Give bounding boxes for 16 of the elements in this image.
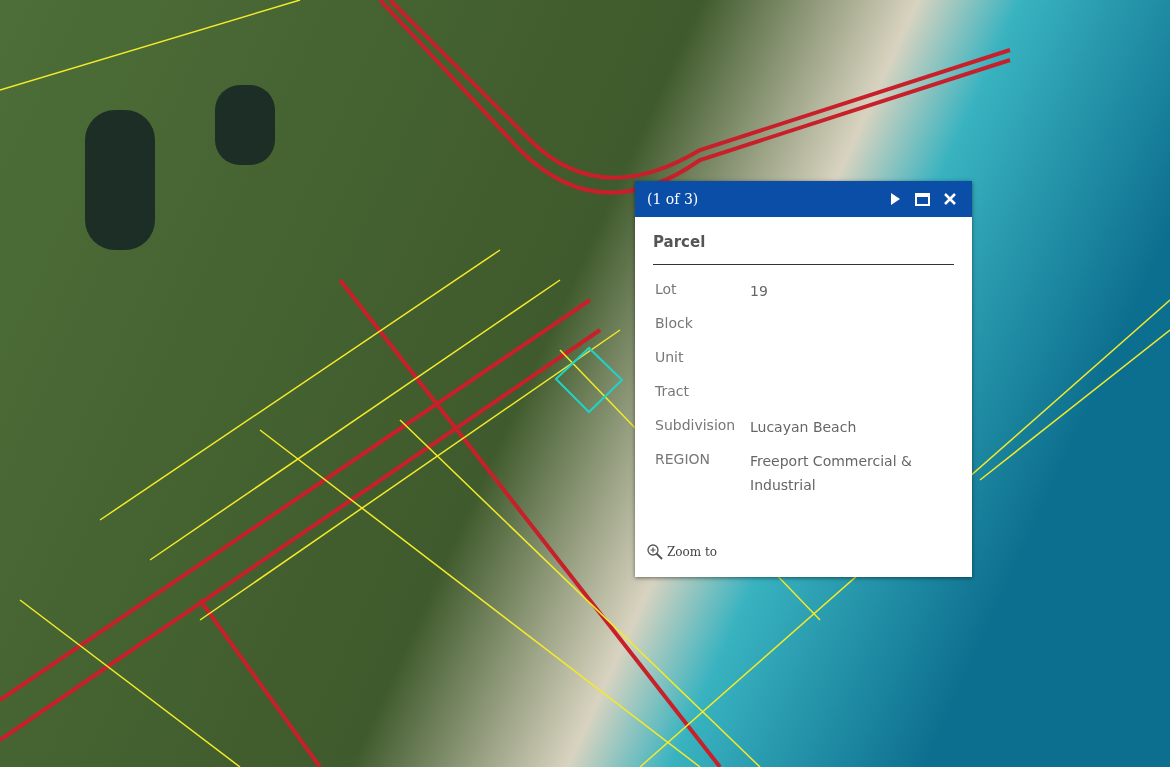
field-label: Tract (655, 381, 690, 401)
popup-title: Parcel (653, 231, 954, 265)
field-value: 19 (750, 281, 768, 301)
zoom-in-icon (647, 544, 663, 560)
popup-pager: (1 of 3) (647, 189, 699, 209)
field-label: Subdivision (655, 415, 737, 435)
field-label: REGION (655, 449, 712, 469)
field-value: Lucayan Beach (750, 417, 857, 437)
field-label: Block (655, 313, 694, 333)
zoom-to-link[interactable]: Zoom to (647, 543, 718, 561)
close-icon (944, 193, 956, 205)
field-label: Unit (655, 347, 685, 367)
maximize-icon (915, 192, 930, 206)
play-icon (889, 192, 901, 206)
field-label: Lot (655, 279, 678, 299)
field-value: Freeport Commercial & Industrial (750, 451, 913, 495)
